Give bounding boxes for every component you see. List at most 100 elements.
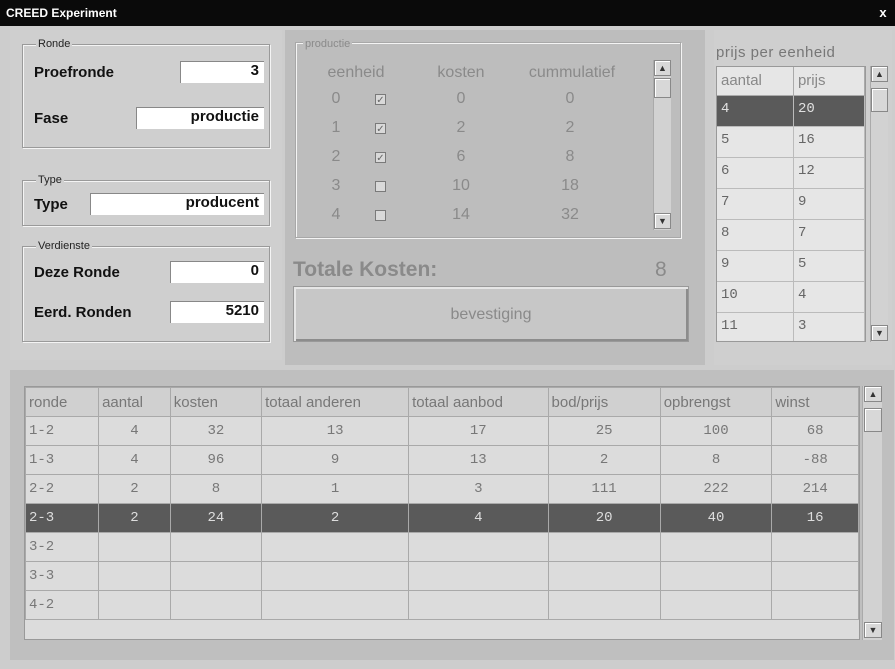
deze-ronde-field[interactable]: 0 [170, 261, 264, 283]
table-row[interactable]: 4-2 [25, 590, 859, 620]
table-cell [771, 532, 859, 562]
col-cummulatief-header: cummulatief [528, 64, 616, 81]
table-cell [771, 561, 859, 591]
kosten-cell: 6 [456, 148, 466, 165]
prijs-header-cell: prijs [794, 67, 865, 95]
aantal-cell: 8 [717, 220, 794, 250]
results-grid[interactable]: ronde aantal kosten totaal anderen totaal aa… [24, 386, 860, 640]
aantal-cell: 6 [717, 158, 794, 188]
results-header-cell[interactable]: totaal aanbod [408, 387, 549, 417]
table-cell: 32 [169, 416, 263, 446]
prijs-cell: 3 [794, 313, 865, 341]
results-header-cell[interactable]: kosten [169, 387, 263, 417]
scroll-thumb[interactable] [871, 88, 888, 112]
proefronde-field[interactable]: 3 [180, 61, 264, 83]
cummulatief-cell: 0 [565, 90, 575, 107]
unit-checkbox[interactable]: ✓ [375, 152, 386, 164]
table-cell: 111 [547, 474, 661, 504]
prijs-header-row: aantal prijs [717, 67, 865, 96]
results-header-cell[interactable]: winst [771, 387, 859, 417]
eenheid-cell: 3 [331, 177, 341, 194]
table-cell: 16 [771, 503, 859, 533]
prijs-row[interactable]: 11 3 [717, 313, 865, 341]
prijs-row[interactable]: 87 [717, 220, 865, 251]
kosten-cell: 0 [456, 90, 466, 107]
eerd-ronden-field[interactable]: 5210 [170, 301, 264, 323]
prijs-cell: 5 [794, 251, 865, 281]
ronde-legend: Ronde [36, 38, 73, 50]
scroll-up-icon[interactable]: ▲ [654, 60, 671, 76]
prijs-header-cell: aantal [717, 67, 794, 95]
type-field[interactable]: producent [90, 193, 264, 215]
table-cell: 20 [547, 503, 661, 533]
table-cell [98, 561, 171, 591]
prijs-cell: 20 [794, 96, 865, 126]
table-cell: 2-2 [25, 474, 100, 504]
ronde-group [22, 44, 270, 148]
table-cell: 2 [547, 445, 661, 475]
results-header-cell[interactable]: aantal [98, 387, 171, 417]
scroll-down-icon[interactable]: ▼ [864, 622, 882, 638]
table-cell: 2-3 [25, 503, 100, 533]
prijs-row[interactable]: 10 4 [717, 282, 865, 313]
scroll-down-icon[interactable]: ▼ [654, 213, 671, 229]
prijs-row[interactable]: 95 [717, 251, 865, 282]
table-cell: 100 [659, 416, 773, 446]
eenheid-cell: 4 [331, 206, 341, 223]
prijs-cell: 7 [794, 220, 865, 250]
table-row[interactable]: 2-2 2 8 1 3 111 222 214 [25, 474, 859, 504]
unit-checkbox[interactable] [375, 210, 386, 221]
table-cell: 2 [261, 503, 410, 533]
table-row[interactable]: 1-3 4 96 9 13 2 8 -88 [25, 445, 859, 475]
table-cell [659, 561, 773, 591]
table-row[interactable]: 2-3 2 24 2 4 20 40 16 [25, 503, 859, 533]
fase-field[interactable]: productie [136, 107, 264, 129]
results-header-cell[interactable]: ronde [25, 387, 100, 417]
prijs-table[interactable]: aantal prijs 4 20 5 16 6 12 7 9 8 7 9 5 10 4 11 3 [716, 66, 866, 342]
prijs-row[interactable]: 4 20 [717, 96, 865, 127]
deze-ronde-label: Deze Ronde [34, 264, 120, 281]
results-header-cell[interactable]: opbrengst [659, 387, 773, 417]
unit-checkbox[interactable]: ✓ [375, 123, 386, 135]
bevestiging-button[interactable]: bevestiging [293, 286, 689, 342]
table-row[interactable]: 3-2 [25, 532, 859, 562]
table-cell: 68 [771, 416, 859, 446]
eenheid-cell: 0 [331, 90, 341, 107]
prijs-row[interactable]: 5 16 [717, 127, 865, 158]
table-row[interactable]: 3-3 [25, 561, 859, 591]
table-row[interactable]: 1-2 4 32 13 17 25 100 68 [25, 416, 859, 446]
results-area: ronde aantal kosten totaal anderen totaal aa… [10, 370, 894, 660]
scroll-down-icon[interactable]: ▼ [871, 325, 888, 341]
scroll-up-icon[interactable]: ▲ [864, 386, 882, 402]
totale-kosten-value: 8 [655, 258, 667, 281]
table-cell: 25 [547, 416, 661, 446]
kosten-cell: 14 [452, 206, 470, 223]
unit-checkbox[interactable]: ✓ [375, 94, 386, 106]
prijs-row[interactable]: 6 12 [717, 158, 865, 189]
table-cell [771, 590, 859, 620]
results-header-cell[interactable]: bod/prijs [547, 387, 661, 417]
col-kosten-header: kosten [437, 64, 485, 81]
table-cell: 9 [261, 445, 410, 475]
table-cell [261, 590, 410, 620]
table-cell: 8 [169, 474, 263, 504]
table-cell: 222 [659, 474, 773, 504]
scroll-thumb[interactable] [654, 78, 671, 98]
table-cell: 1 [261, 474, 410, 504]
results-scrollbar[interactable]: ▲ ▼ [862, 386, 882, 640]
productie-scrollbar[interactable]: ▲ ▼ [653, 60, 671, 230]
eenheid-cell: 2 [331, 148, 341, 165]
results-header-cell[interactable]: totaal anderen [261, 387, 410, 417]
close-icon[interactable]: x [875, 5, 891, 20]
prijs-row[interactable]: 79 [717, 189, 865, 220]
scroll-up-icon[interactable]: ▲ [871, 66, 888, 82]
scroll-thumb[interactable] [864, 408, 882, 432]
aantal-cell: 11 [717, 313, 794, 341]
unit-checkbox[interactable] [375, 181, 386, 192]
prijs-scrollbar[interactable]: ▲ ▼ [870, 66, 888, 342]
aantal-cell: 10 [717, 282, 794, 312]
window-title: CREED Experiment [6, 6, 117, 20]
cummulatief-cell: 32 [561, 206, 579, 223]
table-cell: -88 [771, 445, 859, 475]
productie-panel: productie eenheid kosten cummulatief 0 ✓ 0… [285, 30, 705, 365]
